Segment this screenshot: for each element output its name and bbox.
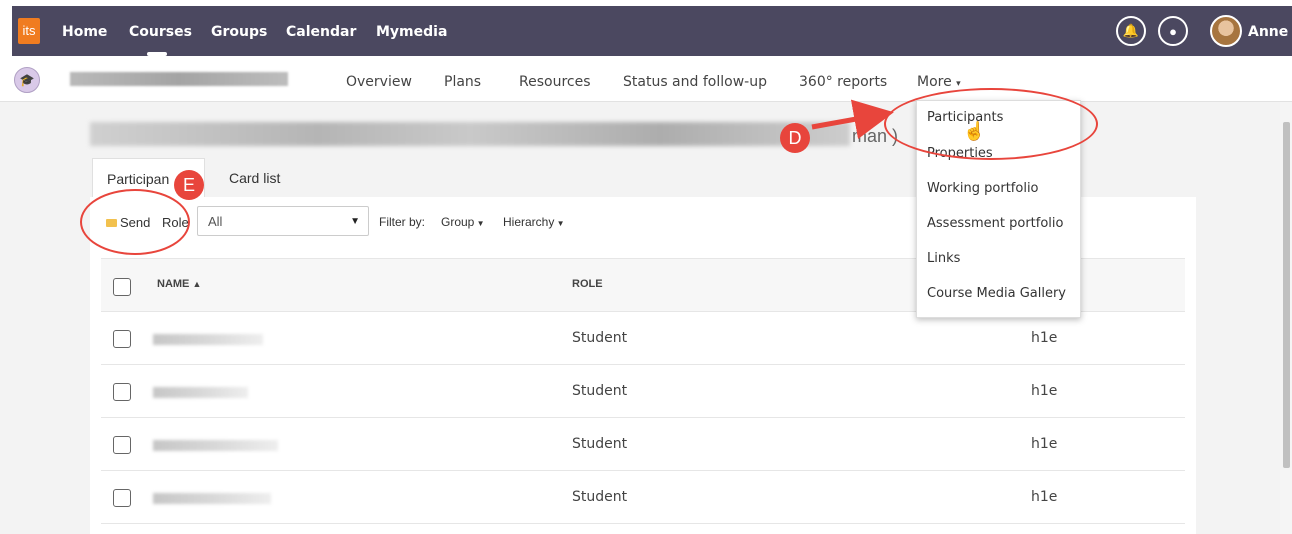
annotation-badge-e: E — [174, 170, 204, 200]
annotation-overlay — [811, 99, 894, 140]
annotation-badge-d: D — [780, 123, 810, 153]
annotation-arrow — [811, 99, 894, 140]
highlight-ellipse-send — [80, 189, 190, 255]
highlight-ellipse-participants — [884, 88, 1098, 160]
